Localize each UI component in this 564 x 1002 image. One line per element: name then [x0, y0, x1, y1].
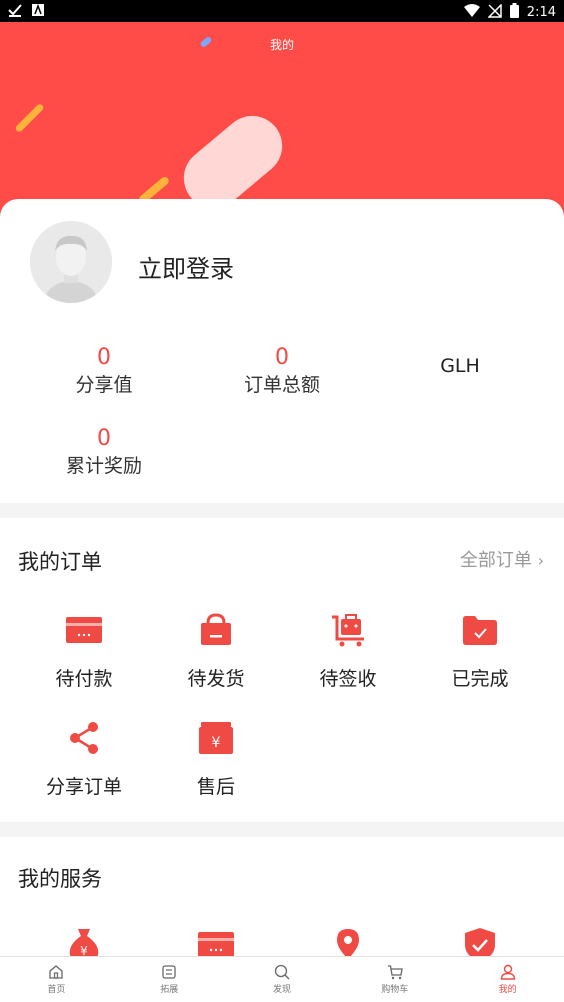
header-banner: 我的 [0, 22, 564, 222]
tab-label: 购物车 [381, 985, 409, 995]
user-icon [500, 964, 515, 980]
no-signal-icon [486, 2, 502, 22]
orders-title: 我的订单 [18, 550, 102, 574]
order-label: 待签收 [319, 668, 377, 690]
tab-discover[interactable]: 发现 [226, 957, 339, 1002]
cart-icon [387, 965, 403, 980]
tab-expand[interactable]: 拓展 [113, 957, 226, 1002]
folder-check-icon [460, 610, 500, 650]
stat-share-value[interactable]: 0 分享值 [34, 345, 174, 399]
services-title: 我的服务 [18, 867, 102, 891]
home-icon [49, 965, 64, 979]
orders-section: 我的订单 全部订单 › 待付款 待发货 待签收 已完成 分享订单 ¥ 售后 [0, 518, 564, 822]
delivery-cart-icon [328, 610, 368, 650]
stat-label: 订单总额 [243, 374, 320, 396]
shopping-bag-icon [196, 610, 236, 650]
stat-label: 累计奖励 [65, 455, 142, 477]
tab-label: 首页 [47, 985, 66, 995]
svg-text:¥: ¥ [212, 735, 221, 751]
order-after-sales[interactable]: ¥ 售后 [150, 718, 282, 799]
order-label: 待付款 [55, 668, 113, 690]
order-share[interactable]: 分享订单 [18, 718, 150, 799]
all-orders-link[interactable]: 全部订单 › [460, 546, 544, 572]
services-section: 我的服务 ¥ [0, 837, 564, 967]
stat-value: 0 [275, 345, 289, 370]
share-icon [64, 718, 104, 758]
screen: 2:14 我的 立即登录 0 分享值 0 订单总额 GLH 0 累计奖励 我的订… [0, 0, 564, 1002]
order-label: 售后 [196, 776, 235, 798]
clock: 2:14 [526, 5, 556, 20]
order-label: 分享订单 [45, 776, 122, 798]
chevron-right-icon: › [537, 551, 544, 570]
order-completed[interactable]: 已完成 [414, 610, 546, 691]
order-pending-shipment[interactable]: 待发货 [150, 610, 282, 691]
tab-label: 我的 [498, 985, 517, 995]
tab-cart[interactable]: 购物车 [338, 957, 451, 1002]
page-title: 我的 [269, 38, 294, 52]
login-link[interactable]: 立即登录 [138, 249, 234, 284]
tab-label: 发现 [272, 985, 291, 995]
list-icon [162, 965, 176, 979]
all-orders-label: 全部订单 [459, 550, 532, 571]
wallet-icon [64, 610, 104, 650]
stat-order-total[interactable]: 0 订单总额 [212, 345, 352, 399]
tab-bar: 首页 拓展 发现 购物车 我的 [0, 956, 564, 1002]
battery-icon [509, 3, 519, 22]
wifi-icon [463, 3, 480, 22]
order-label: 待发货 [187, 668, 245, 690]
avatar-placeholder-icon [30, 221, 112, 303]
decor-orange-stripe-1 [14, 102, 45, 134]
tab-mine[interactable]: 我的 [451, 957, 564, 1002]
profile-card: 立即登录 0 分享值 0 订单总额 GLH 0 累计奖励 [0, 199, 564, 503]
stat-label: 分享值 [75, 374, 133, 396]
tab-label: 拓展 [160, 985, 179, 995]
order-label: 已完成 [451, 668, 509, 690]
search-icon [274, 964, 290, 980]
status-bar: 2:14 [0, 0, 564, 22]
order-pending-receipt[interactable]: 待签收 [282, 610, 414, 691]
app-notification-icon [32, 3, 44, 20]
tab-home[interactable]: 首页 [0, 957, 113, 1002]
download-done-icon [8, 3, 22, 21]
after-sales-icon: ¥ [196, 718, 236, 758]
stat-value: 0 [97, 345, 111, 370]
stat-total-reward[interactable]: 0 累计奖励 [34, 426, 174, 480]
stat-value: 0 [97, 426, 111, 451]
order-pending-payment[interactable]: 待付款 [18, 610, 150, 691]
avatar[interactable] [30, 221, 112, 303]
glh-label[interactable]: GLH [418, 355, 502, 377]
